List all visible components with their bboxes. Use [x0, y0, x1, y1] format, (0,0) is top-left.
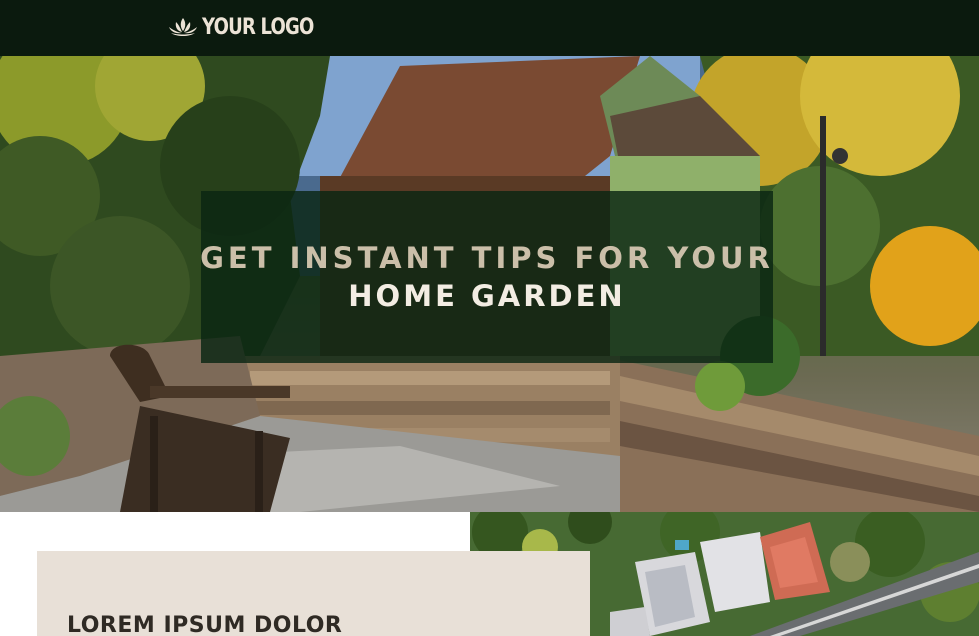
hero-banner: GET INSTANT TIPS FOR YOUR HOME GARDEN: [0, 56, 979, 512]
lotus-icon: [169, 18, 197, 36]
logo-text: YOUR LOGO: [202, 14, 314, 40]
site-logo[interactable]: YOUR LOGO: [168, 12, 338, 42]
content-card: LOREM IPSUM DOLOR: [37, 551, 590, 636]
hero-headline-line1: GET INSTANT TIPS FOR YOUR: [200, 241, 774, 275]
site-header: YOUR LOGO: [0, 0, 979, 56]
hero-text-box: GET INSTANT TIPS FOR YOUR HOME GARDEN: [200, 191, 774, 363]
hero-headline-line2: HOME GARDEN: [348, 279, 626, 313]
card-title: LOREM IPSUM DOLOR: [67, 613, 343, 636]
